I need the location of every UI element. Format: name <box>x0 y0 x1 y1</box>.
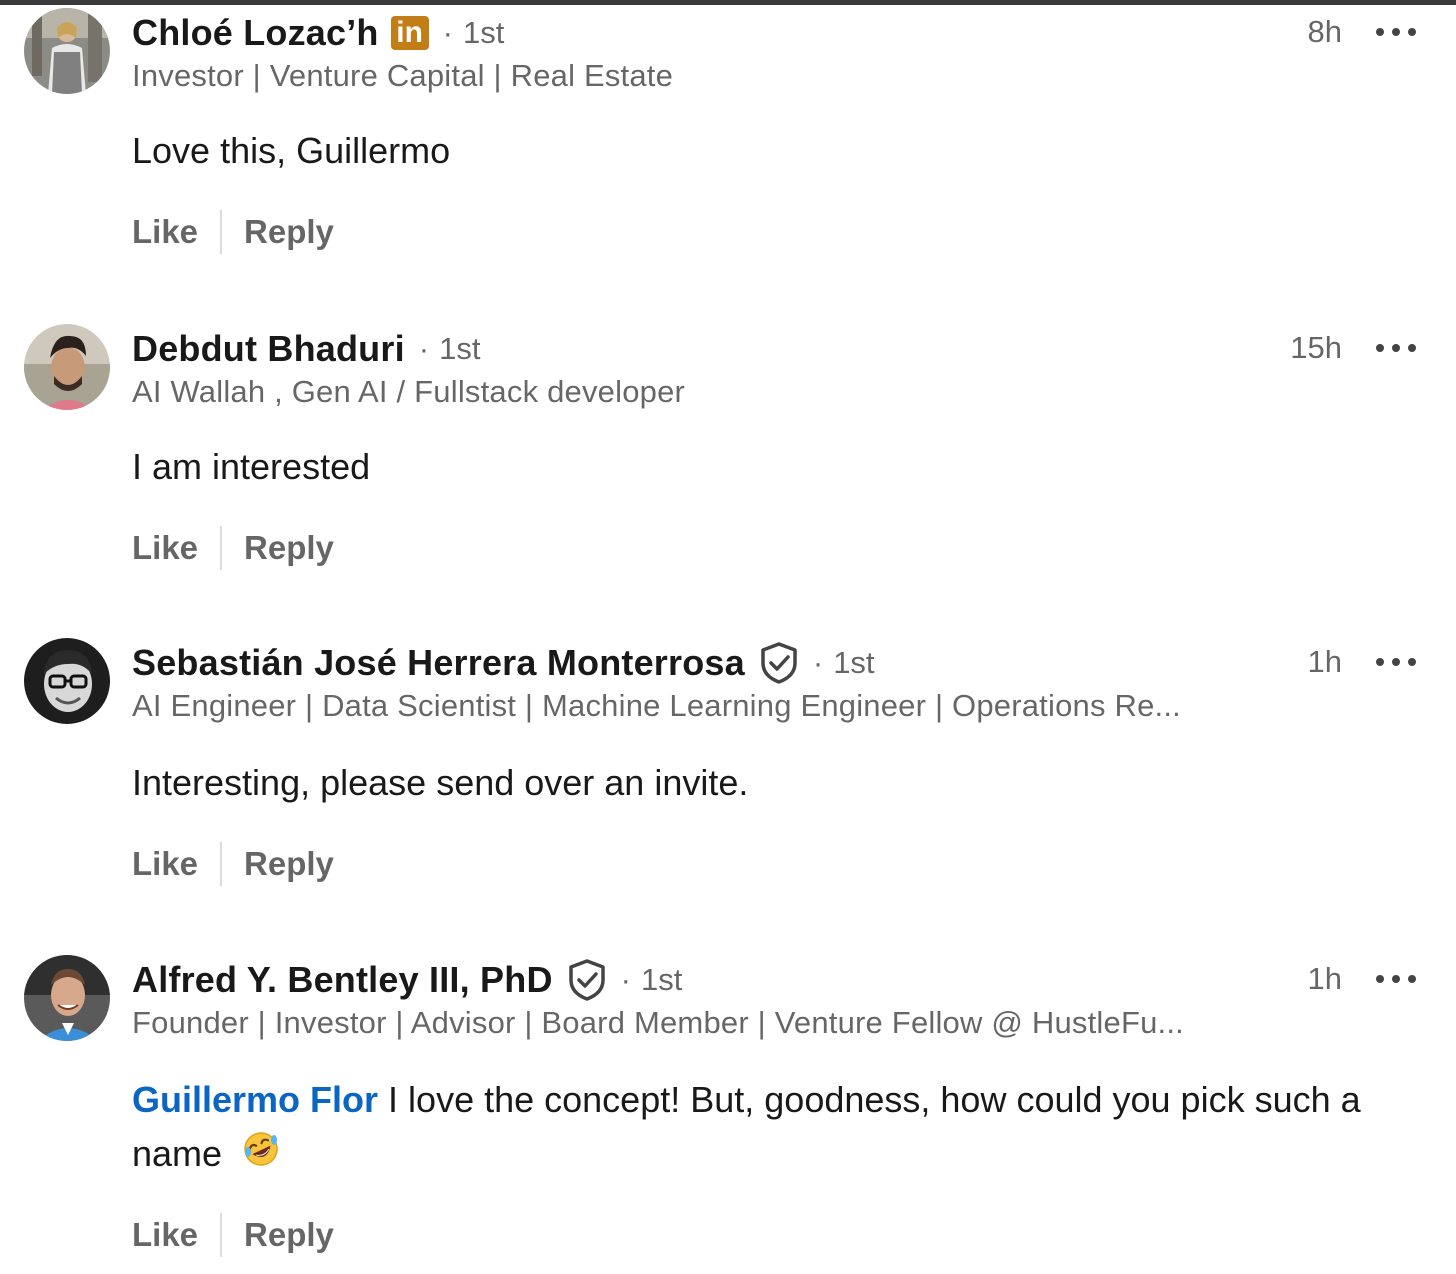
author-name[interactable]: Alfred Y. Bentley III, PhD <box>132 959 553 1001</box>
ellipsis-icon[interactable] <box>1372 967 1420 997</box>
connection-degree: · 1st <box>812 645 875 680</box>
connection-degree: · 1st <box>418 331 481 366</box>
author-headline: AI Engineer | Data Scientist | Machine L… <box>132 688 1181 723</box>
author-headline: Investor | Venture Capital | Real Estate <box>132 58 674 93</box>
action-divider <box>220 1213 223 1257</box>
comment-timestamp: 15h <box>1290 330 1342 365</box>
comment-actions: Like Reply <box>132 1213 334 1257</box>
comment-actions: Like Reply <box>132 210 334 254</box>
action-divider <box>220 210 223 254</box>
like-button[interactable]: Like <box>132 845 198 883</box>
reply-button[interactable]: Reply <box>244 1216 334 1254</box>
author-name[interactable]: Chloé Lozac’h <box>132 12 379 54</box>
reply-button[interactable]: Reply <box>244 213 334 251</box>
avatar[interactable] <box>24 8 110 94</box>
connection-degree: · 1st <box>620 962 683 997</box>
comment-timestamp: 8h <box>1307 14 1342 49</box>
comment-header: Sebastián José Herrera Monterrosa · 1st <box>132 638 875 688</box>
rolling-on-the-floor-laughing-icon <box>242 1129 280 1183</box>
author-name[interactable]: Debdut Bhaduri <box>132 328 405 370</box>
comment-text: Guillermo Flor I love the concept! But, … <box>132 1073 1442 1183</box>
ellipsis-icon[interactable] <box>1372 336 1420 366</box>
ellipsis-icon[interactable] <box>1372 650 1420 680</box>
author-headline: AI Wallah , Gen AI / Fullstack developer <box>132 374 686 409</box>
like-button[interactable]: Like <box>132 213 198 251</box>
connection-degree: · 1st <box>442 15 505 50</box>
comment-actions: Like Reply <box>132 842 334 886</box>
linkedin-premium-badge-icon: in <box>390 16 429 50</box>
author-name[interactable]: Sebastián José Herrera Monterrosa <box>132 642 745 684</box>
comment-actions: Like Reply <box>132 526 334 570</box>
comment-header: Chloé Lozac’h in · 1st <box>132 8 504 58</box>
verified-shield-icon <box>567 958 607 1002</box>
comment-timestamp: 1h <box>1307 961 1342 996</box>
like-button[interactable]: Like <box>132 529 198 567</box>
avatar[interactable] <box>24 638 110 724</box>
degree-label: 1st <box>439 331 481 366</box>
like-button[interactable]: Like <box>132 1216 198 1254</box>
ellipsis-icon[interactable] <box>1372 20 1420 50</box>
reply-button[interactable]: Reply <box>244 529 334 567</box>
avatar[interactable] <box>24 955 110 1041</box>
comment-timestamp: 1h <box>1307 644 1342 679</box>
comment-header: Alfred Y. Bentley III, PhD · 1st <box>132 955 682 1005</box>
action-divider <box>220 842 223 886</box>
degree-label: 1st <box>462 15 505 50</box>
degree-label: 1st <box>833 645 875 680</box>
verified-shield-icon <box>759 641 799 685</box>
action-divider <box>220 526 223 570</box>
comment-text: Love this, Guillermo <box>132 130 451 171</box>
mention-link[interactable]: Guillermo Flor <box>132 1079 378 1120</box>
top-divider <box>0 0 1456 5</box>
degree-label: 1st <box>640 962 683 997</box>
author-headline: Founder | Investor | Advisor | Board Mem… <box>132 1005 1184 1040</box>
avatar[interactable] <box>24 324 110 410</box>
comment-text: I am interested <box>132 446 371 487</box>
comment-text: Interesting, please send over an invite. <box>132 762 749 803</box>
reply-button[interactable]: Reply <box>244 845 334 883</box>
comment-header: Debdut Bhaduri · 1st <box>132 324 480 374</box>
